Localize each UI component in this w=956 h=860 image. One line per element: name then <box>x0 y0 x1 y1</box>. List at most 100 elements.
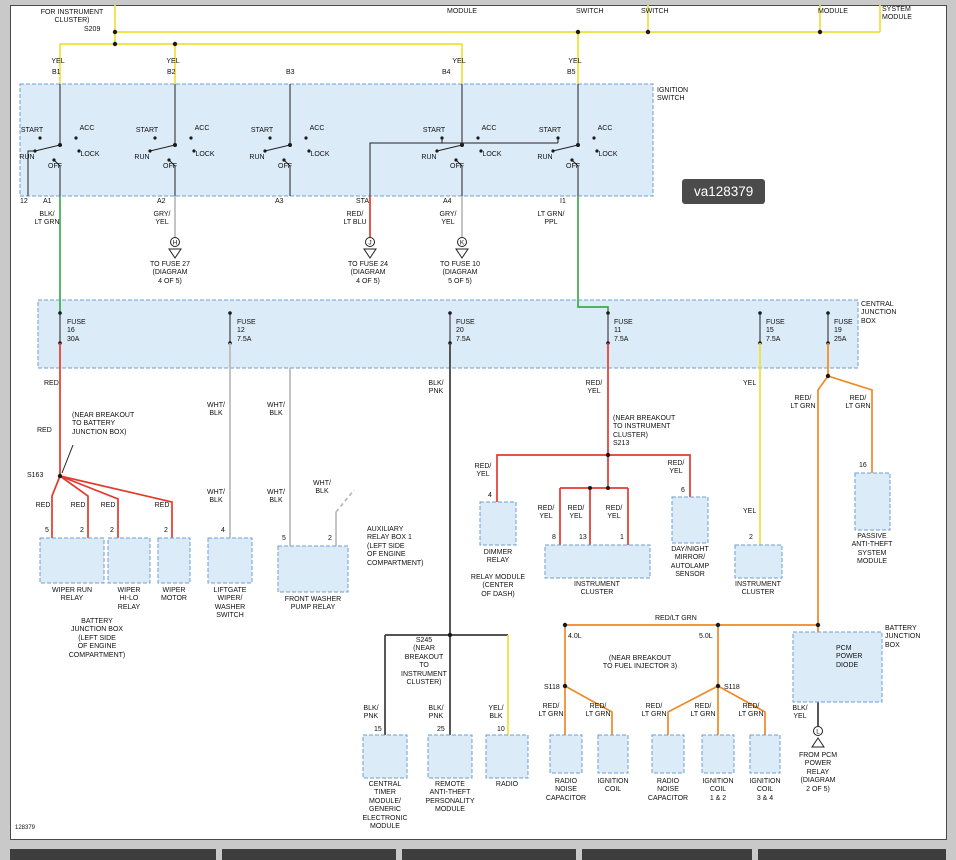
pin-label: 2 <box>80 527 84 535</box>
pin-label-b3: B3 <box>286 69 295 77</box>
pin-label-b4: B4 <box>442 69 451 77</box>
label-lock: LOCK <box>598 151 617 159</box>
pin-label: 13 <box>579 534 587 542</box>
box-wiper-hilo-relay <box>108 538 150 583</box>
pin-label: 5 <box>282 535 286 543</box>
box-ignition-coil-1-2 <box>702 735 734 773</box>
wire-group-s209-yellow <box>60 5 880 85</box>
wire-label-wht-blk: WHT/ BLK <box>267 489 285 506</box>
label-engine-4-0: 4.0L <box>568 633 582 641</box>
wire-label-red-lt-grn: RED/ LT GRN <box>585 703 610 720</box>
pin-label-sta: STA <box>356 198 369 206</box>
box-central-junction-box <box>38 300 858 368</box>
label-run: RUN <box>19 154 34 162</box>
wire-label-gry-yel: GRY/ YEL <box>154 211 171 228</box>
pin-label-a2: A2 <box>157 198 166 206</box>
label-ignition-coil-1-2: IGNITION COIL 1 & 2 <box>702 778 733 803</box>
label-radio: RADIO <box>496 781 518 789</box>
label-run: RUN <box>421 154 436 162</box>
bottom-bar <box>222 849 396 860</box>
label-liftgate-switch: LIFTGATE WIPER/ WASHER SWITCH <box>214 587 247 621</box>
wire-label-blk-lt-grn: BLK/ LT GRN <box>34 211 59 228</box>
wire-label-red-yel: RED/ YEL <box>538 505 555 522</box>
label-splice-s245: S245 (NEAR BREAKOUT TO INSTRUMENT CLUSTE… <box>401 637 447 687</box>
box-passive-anti-theft <box>855 473 890 530</box>
label-acc: ACC <box>310 125 325 133</box>
pin-label: 2 <box>110 527 114 535</box>
label-start: START <box>136 127 158 135</box>
label-top-instrument-cluster: FOR INSTRUMENT CLUSTER) <box>41 9 104 26</box>
wire-label-yel-blk: YEL/ BLK <box>488 705 503 722</box>
label-acc: ACC <box>598 125 613 133</box>
label-fuse-16: FUSE 16 30A <box>67 319 86 344</box>
wire-label-red-lt-blu: RED/ LT BLU <box>343 211 366 228</box>
box-dimmer-relay <box>480 502 516 545</box>
label-splice-s118-left: S118 <box>544 684 560 692</box>
pin-label-b2: B2 <box>167 69 176 77</box>
wire-label-wht-blk: WHT/ BLK <box>207 489 225 506</box>
label-run: RUN <box>249 154 264 162</box>
splice-s213-dot <box>606 453 610 457</box>
label-splice-s118-right: S118 <box>724 684 740 692</box>
bottom-bar <box>758 849 946 860</box>
label-pcm-power-diode: PCM POWER DIODE <box>836 645 862 670</box>
wire-label-yel: YEL <box>743 380 756 388</box>
wire-label-red-lt-grn: RED/ LT GRN <box>845 395 870 412</box>
wiring-diagram-page: H J K <box>0 0 956 860</box>
box-remote-anti-theft <box>428 735 472 778</box>
label-acc: ACC <box>482 125 497 133</box>
junction-dot <box>606 486 610 490</box>
label-acc: ACC <box>195 125 210 133</box>
pin-label-a1: A1 <box>43 198 52 206</box>
wire-label-red: RED <box>44 380 59 388</box>
wire-label-yel: YEL <box>166 58 179 66</box>
label-fuse-19: FUSE 19 25A <box>834 319 853 344</box>
box-radio-noise-capacitor-1 <box>550 735 582 773</box>
pin-label-a4: A4 <box>443 198 452 206</box>
label-to-fuse-24: TO FUSE 24 (DIAGRAM 4 OF 5) <box>348 261 388 286</box>
wire-label-red-lt-grn: RED/ LT GRN <box>690 703 715 720</box>
label-front-washer-pump-relay: FRONT WASHER PUMP RELAY <box>285 596 341 613</box>
box-instrument-cluster-2 <box>735 545 782 578</box>
label-wiper-motor: WIPER MOTOR <box>161 587 187 604</box>
wire-label-red: RED <box>36 502 51 510</box>
bottom-bar <box>402 849 576 860</box>
connector-letter-k: K <box>460 240 465 247</box>
label-off: OFF <box>48 163 62 171</box>
box-ignition-coil <box>598 735 628 773</box>
label-to-fuse-27: TO FUSE 27 (DIAGRAM 4 OF 5) <box>150 261 190 286</box>
wire-label-blk-pnk: BLK/ PNK <box>363 705 378 722</box>
label-run: RUN <box>134 154 149 162</box>
pin-label: 1 <box>620 534 624 542</box>
note-s163: (NEAR BREAKOUT TO BATTERY JUNCTION BOX) <box>72 412 134 437</box>
label-lock: LOCK <box>310 151 329 159</box>
label-splice-s163: S163 <box>27 472 43 480</box>
pin-label-12: 12 <box>20 198 28 206</box>
label-start: START <box>539 127 561 135</box>
connector-letter-h: H <box>173 240 178 247</box>
label-off: OFF <box>566 163 580 171</box>
offpage-connector-h: H <box>169 238 181 259</box>
label-battery-junction-box-left: BATTERY JUNCTION BOX (LEFT SIDE OF ENGIN… <box>69 618 126 660</box>
label-top-switch-2: SWITCH <box>641 8 669 16</box>
pin-label-b5: B5 <box>567 69 576 77</box>
pin-label: 16 <box>859 462 867 470</box>
label-ignition-coil: IGNITION COIL <box>597 778 628 795</box>
label-day-night-mirror: DAY/NIGHT MIRROR/ AUTOLAMP SENSOR <box>671 546 709 580</box>
offpage-connector-j: J <box>364 238 376 259</box>
label-remote-anti-theft: REMOTE ANTI-THEFT PERSONALITY MODULE <box>425 781 474 815</box>
pin-label-b1: B1 <box>52 69 61 77</box>
wire-label-red-lt-grn: RED/ LT GRN <box>641 703 666 720</box>
connector-letter-l: L <box>816 729 820 736</box>
label-to-fuse-10: TO FUSE 10 (DIAGRAM 5 OF 5) <box>440 261 480 286</box>
splice-s163-dot <box>58 474 62 478</box>
label-passive-anti-theft: PASSIVE ANTI-THEFT SYSTEM MODULE <box>852 533 893 567</box>
wire-group-wht-blk <box>230 343 354 546</box>
sheet-number: 128379 <box>15 824 35 832</box>
box-central-timer-module <box>363 735 407 778</box>
label-instrument-cluster-1: INSTRUMENT CLUSTER <box>574 581 620 598</box>
label-top-module-2: MODULE <box>818 8 848 16</box>
pin-label: 15 <box>374 726 382 734</box>
pin-label-i1: I1 <box>560 198 566 206</box>
junction-dot <box>588 486 592 490</box>
